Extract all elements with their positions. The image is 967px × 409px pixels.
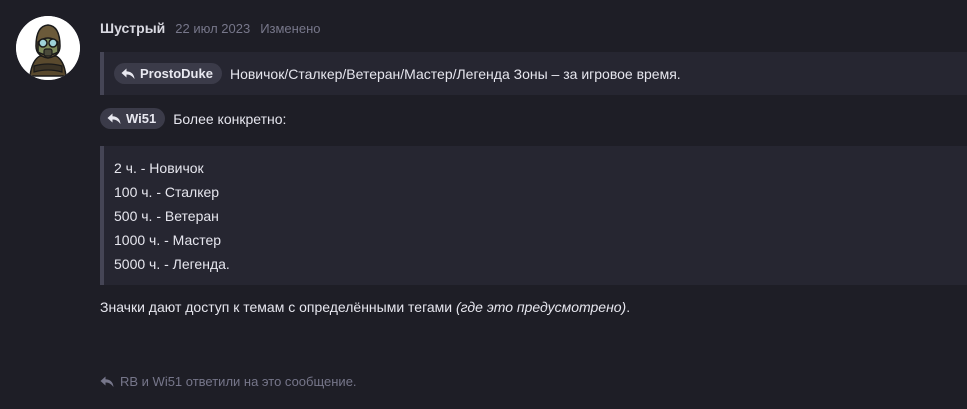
body-main-text: Значки дают доступ к темам с определённы…	[100, 299, 453, 315]
rank-line: 2 ч. - Новичок	[114, 160, 204, 176]
edited-label: Изменено	[260, 21, 321, 36]
rank-line: 100 ч. - Сталкер	[114, 184, 220, 200]
mention-chip[interactable]: ProstoDuke	[114, 63, 222, 84]
author-name[interactable]: Шустрый	[100, 20, 165, 36]
post-body-text: Значки дают доступ к темам с определённы…	[100, 299, 630, 315]
quote-text: Новичок/Сталкер/Ветеран/Мастер/Легенда З…	[229, 65, 681, 82]
rank-line: 1000 ч. - Мастер	[114, 232, 222, 248]
stalker-gasmask-avatar-icon	[16, 16, 80, 80]
reactions-footer[interactable]: RB и Wi51 ответили на это сообщение.	[100, 374, 357, 389]
reply-text: Более конкретно:	[173, 110, 287, 127]
mention-chip[interactable]: Wi51	[100, 108, 166, 129]
body-italic-text: (где это предусмотрено)	[456, 299, 627, 315]
quote-block: ProstoDuke Новичок/Сталкер/Ветеран/Масте…	[100, 52, 967, 95]
mention-name: ProstoDuke	[140, 66, 213, 81]
replies-summary-text: RB и Wi51 ответили на это сообщение.	[120, 374, 357, 389]
avatar[interactable]	[16, 16, 80, 80]
reply-icon	[100, 376, 114, 387]
post-date[interactable]: 22 июл 2023	[175, 21, 250, 36]
rank-list-block: 2 ч. - Новичок 100 ч. - Сталкер 500 ч. -…	[100, 146, 967, 285]
rank-line: 500 ч. - Ветеран	[114, 208, 219, 224]
reply-icon	[107, 113, 121, 124]
post-header: Шустрый 22 июл 2023 Изменено	[100, 20, 320, 36]
mention-name: Wi51	[126, 111, 157, 126]
rank-line: 5000 ч. - Легенда.	[114, 256, 230, 272]
reply-icon	[121, 68, 135, 79]
reply-line: Wi51 Более конкретно:	[100, 108, 286, 129]
body-end-punct: .	[626, 299, 631, 315]
